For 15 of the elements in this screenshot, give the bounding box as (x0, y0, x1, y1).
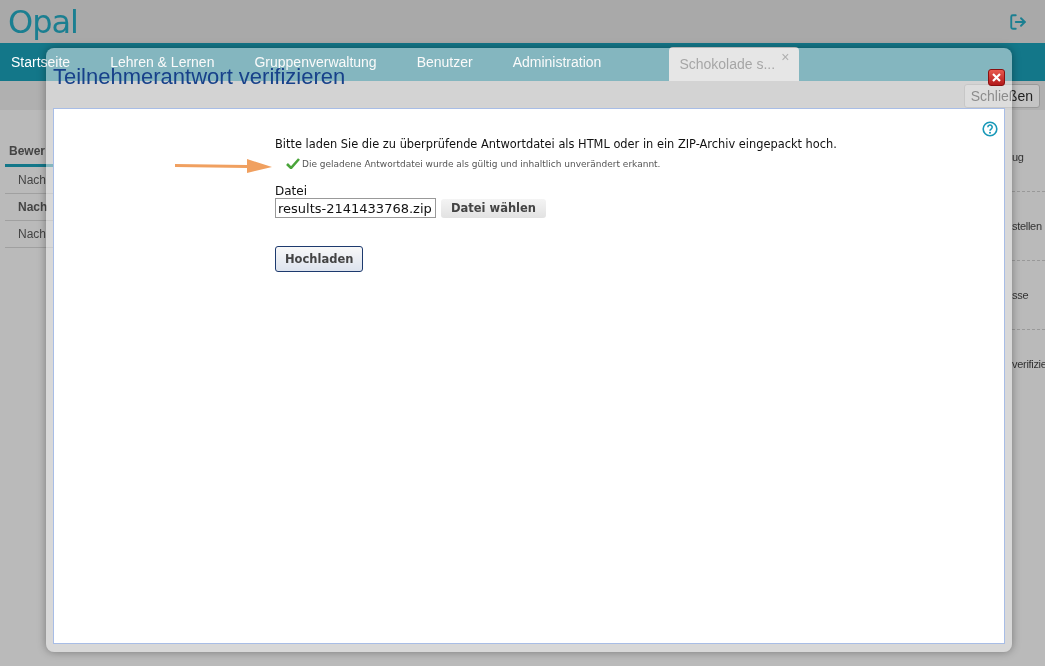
file-field[interactable]: results-2141433768.zip (275, 198, 436, 218)
side-text: stellen (1012, 215, 1045, 261)
side-text: sse (1012, 284, 1045, 330)
logout-icon[interactable] (1009, 12, 1027, 31)
file-label: Datei (275, 184, 308, 198)
choose-file-button[interactable]: Datei wählen (441, 198, 547, 218)
side-text: ug (1012, 146, 1045, 192)
logo: Opal (8, 2, 78, 41)
instruction-text: Bitte laden Sie die zu überprüfende Antwortdatei als HTML oder in ein ZIP-Archiv eingepackt hoch. (275, 137, 838, 151)
help-icon[interactable] (982, 121, 998, 137)
close-button[interactable]: Schließen (963, 83, 1040, 108)
arrow-icon (175, 158, 272, 174)
checkmark-icon (286, 158, 300, 169)
upload-button[interactable]: Hochladen (275, 246, 364, 272)
success-message: Die geladene Antwortdatei wurde als gültig und inhaltlich unverändert erkannt. (302, 158, 661, 169)
